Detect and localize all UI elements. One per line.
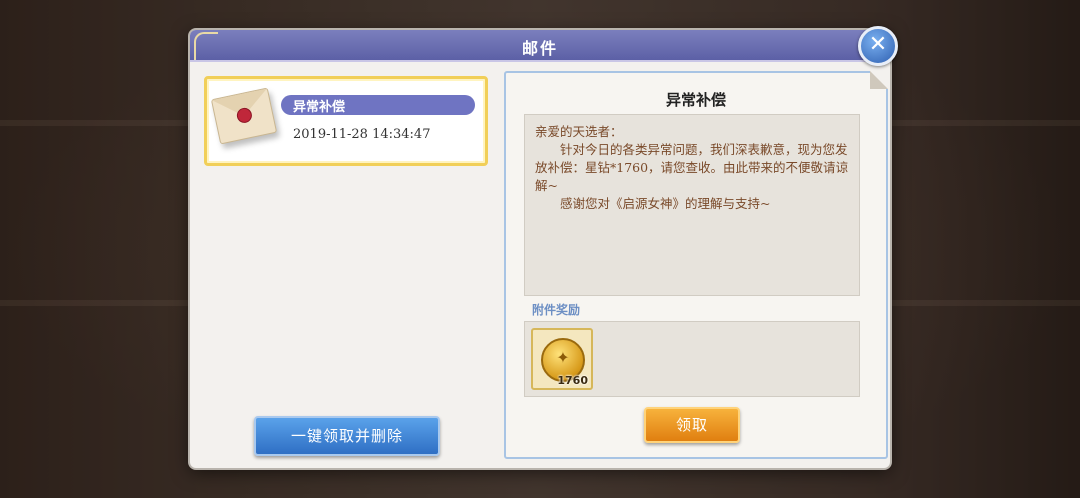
attachment-item[interactable]: ✦ 1760: [531, 328, 593, 390]
mail-dialog: 邮件 ✕ 异常补偿 2019-11-28 14:34:47 一键领取并删除 异常…: [190, 26, 898, 468]
dialog-title: 邮件: [521, 39, 558, 58]
mail-body-line: 感谢您对《启源女神》的理解与支持~: [535, 196, 771, 211]
mail-body-line: 亲爱的天选者：: [535, 124, 623, 139]
mail-item-time: 2019-11-28 14:34:47: [293, 127, 431, 142]
claim-button[interactable]: 领取: [644, 407, 740, 443]
mail-body: 亲爱的天选者： 针对今日的各类异常问题，我们深表歉意，现为您发放补偿：星钻*17…: [535, 123, 857, 213]
attachments-label: 附件奖励: [532, 303, 581, 317]
mail-detail-title: 异常补偿: [665, 91, 726, 109]
mail-item-title: 异常补偿: [293, 100, 346, 115]
coin-emblem-icon: ✦: [556, 348, 570, 367]
mail-body-line: 针对今日的各类异常问题，我们深表歉意，现为您发放补偿：星钻*1760，请您查收。…: [535, 142, 849, 193]
attachment-quantity: 1760: [557, 374, 588, 387]
attachments-box: ✦ 1760: [524, 321, 860, 397]
close-icon: ✕: [868, 32, 888, 57]
mail-detail-panel: 异常补偿 亲爱的天选者： 针对今日的各类异常问题，我们深表歉意，现为您发放补偿：…: [504, 71, 888, 459]
page-fold-decor: [870, 71, 888, 89]
mail-body-box: 亲爱的天选者： 针对今日的各类异常问题，我们深表歉意，现为您发放补偿：星钻*17…: [524, 114, 860, 296]
dialog-titlebar: 邮件: [190, 30, 890, 62]
mail-list-item[interactable]: 异常补偿 2019-11-28 14:34:47: [204, 76, 488, 166]
envelope-icon: [210, 87, 278, 145]
collect-all-delete-button[interactable]: 一键领取并删除: [254, 416, 440, 456]
close-button[interactable]: ✕: [858, 26, 898, 66]
wax-seal-icon: [235, 106, 254, 125]
